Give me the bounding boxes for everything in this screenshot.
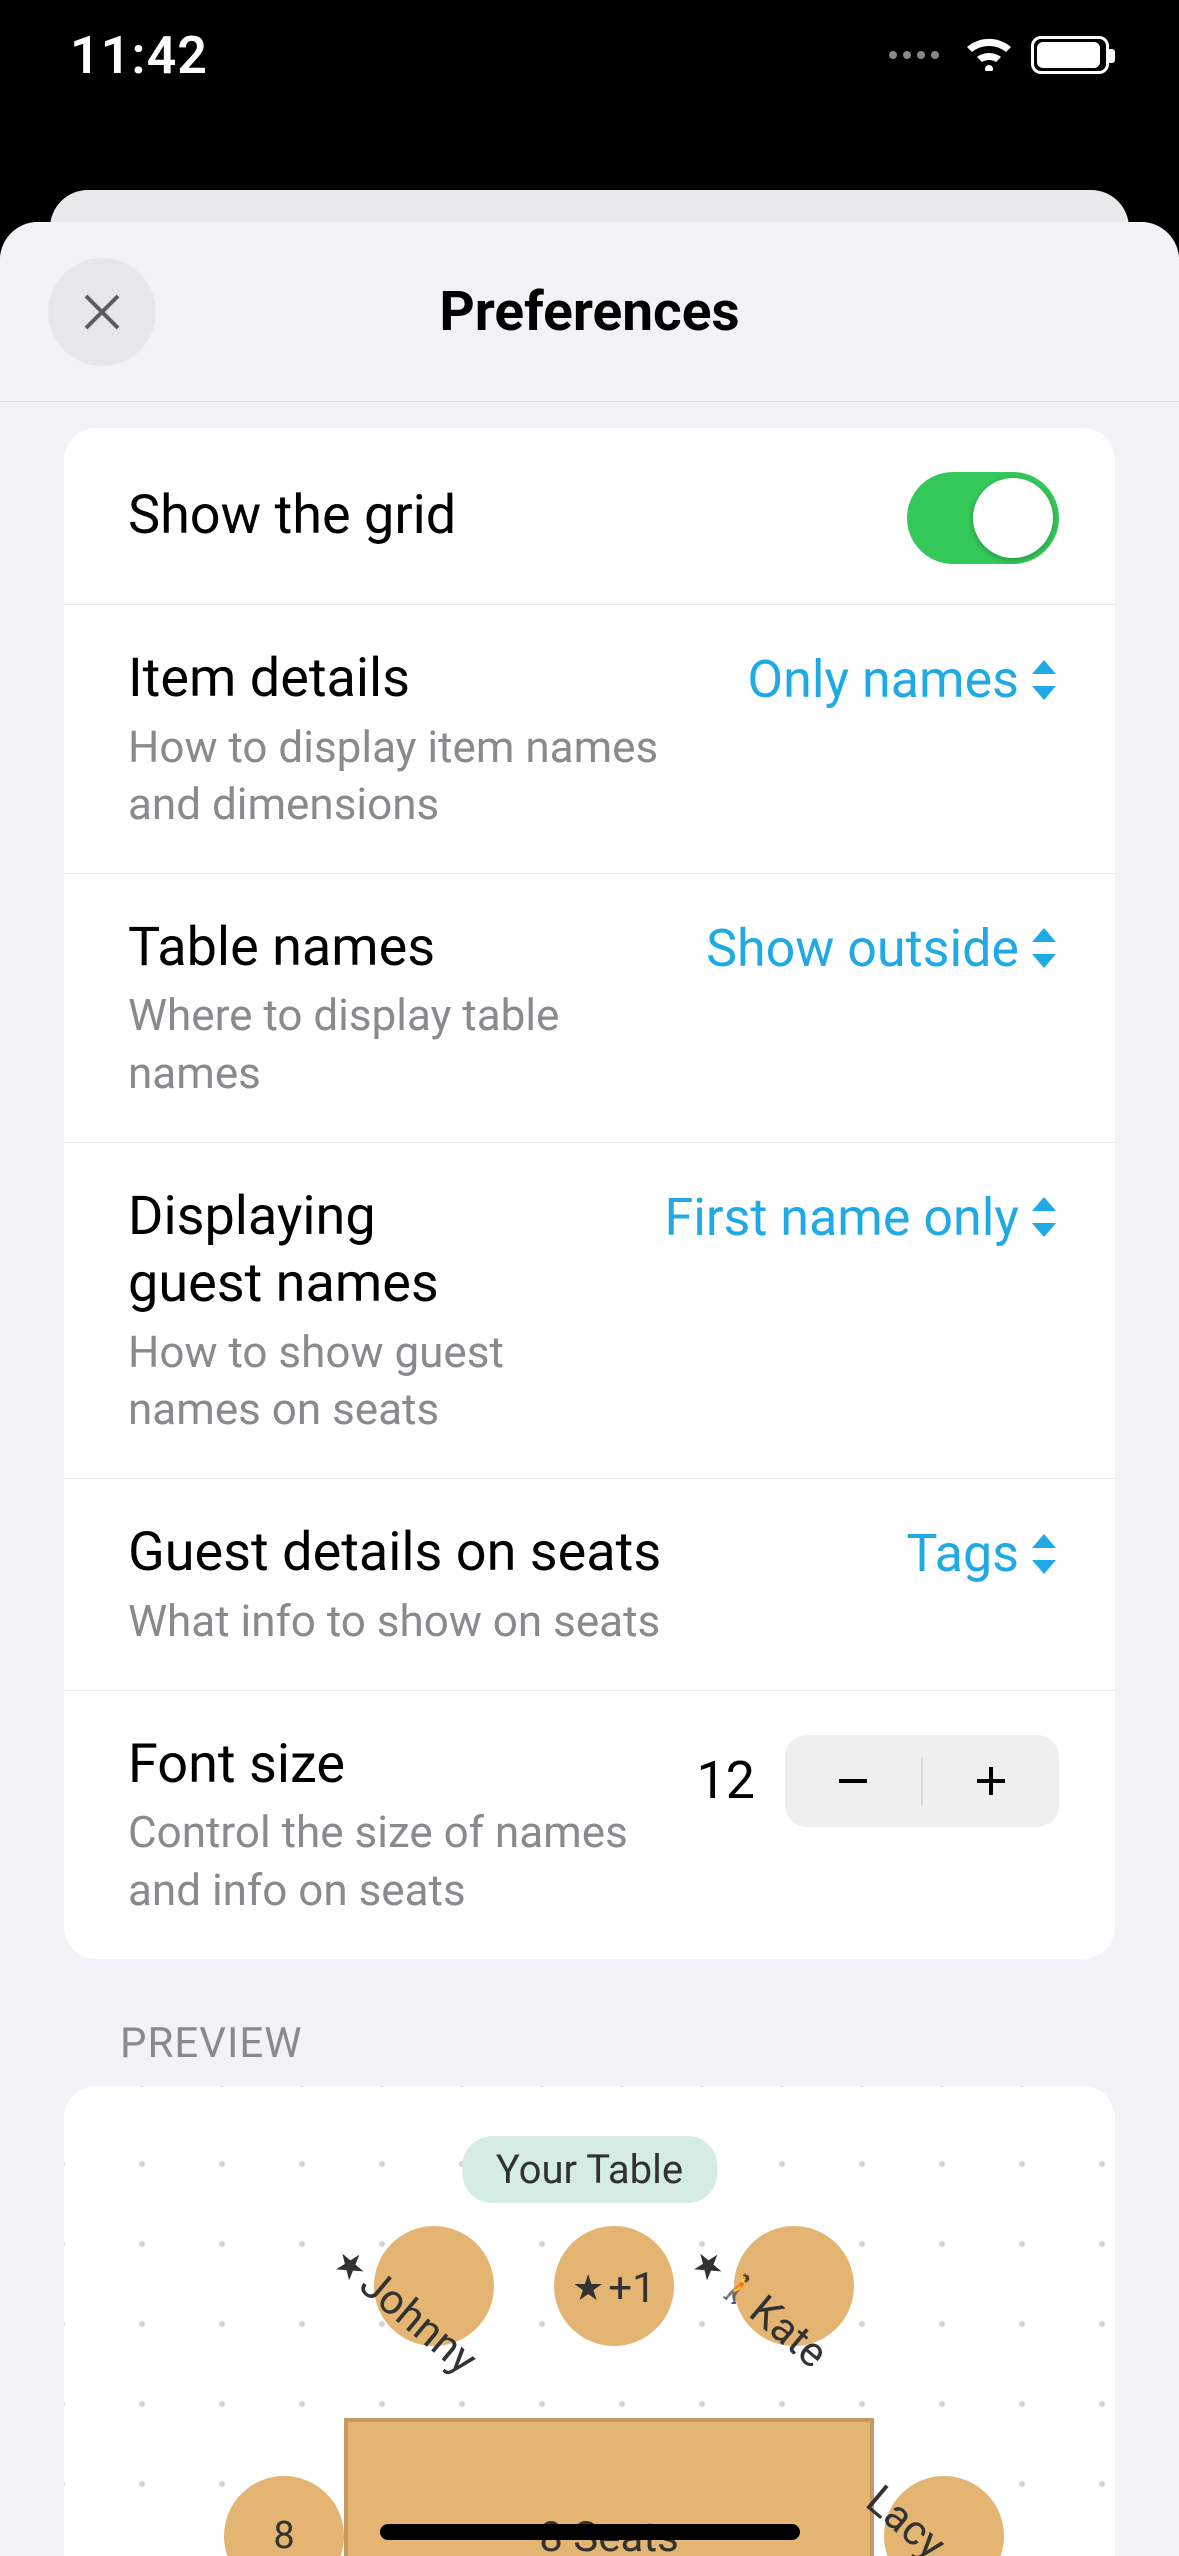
sheet-header: Preferences (0, 222, 1179, 402)
row-guest-names[interactable]: Displaying guest names How to show guest… (64, 1143, 1115, 1479)
picker-label: First name only (665, 1187, 1019, 1248)
chevron-updown-icon (1029, 1195, 1059, 1239)
chevron-updown-icon (1029, 926, 1059, 970)
table-names-picker[interactable]: Show outside (706, 918, 1059, 979)
plus-icon (969, 1759, 1013, 1803)
font-size-stepper (785, 1735, 1059, 1827)
picker-label: Only names (747, 649, 1019, 710)
grid-toggle[interactable] (907, 472, 1059, 564)
row-subtitle: Where to display table names (128, 987, 676, 1101)
preview-content: Your Table 8 Seats ★ Johnny ★ +1 ★ (64, 2086, 1115, 2556)
minus-icon (831, 1759, 875, 1803)
status-bar: 11:42 (0, 0, 1179, 110)
row-guest-details[interactable]: Guest details on seats What info to show… (64, 1479, 1115, 1691)
row-subtitle: How to display item names and dimensions (128, 719, 717, 833)
row-title: Displaying guest names (128, 1183, 448, 1318)
picker-label: Tags (907, 1523, 1019, 1584)
status-right (889, 35, 1109, 75)
row-subtitle: How to show guest names on seats (128, 1324, 635, 1438)
home-indicator[interactable] (380, 2524, 800, 2540)
row-show-grid: Show the grid (64, 428, 1115, 605)
seat-number: 8 (273, 2514, 294, 2556)
row-font-size: Font size Control the size of names and … (64, 1691, 1115, 1959)
row-title: Show the grid (128, 482, 877, 550)
row-title: Table names (128, 914, 676, 982)
toggle-knob (973, 478, 1053, 558)
seat-left: 8 (224, 2476, 344, 2556)
seat-label-plus1: ★ +1 (572, 2264, 656, 2313)
row-subtitle: What info to show on seats (128, 1593, 877, 1650)
close-icon (80, 290, 124, 334)
row-item-details[interactable]: Item details How to display item names a… (64, 605, 1115, 874)
row-subtitle: Control the size of names and info on se… (128, 1804, 667, 1918)
row-table-names[interactable]: Table names Where to display table names… (64, 874, 1115, 1143)
close-button[interactable] (48, 258, 156, 366)
item-details-picker[interactable]: Only names (747, 649, 1059, 710)
battery-icon (1031, 36, 1109, 74)
page-title: Preferences (0, 280, 1179, 344)
star-icon: ★ (572, 2267, 604, 2309)
guest-names-picker[interactable]: First name only (665, 1187, 1059, 1248)
settings-card: Show the grid Item details How to displa… (64, 428, 1115, 1959)
status-time: 11:42 (70, 25, 208, 86)
wifi-icon (965, 35, 1013, 75)
font-size-value: 12 (697, 1750, 755, 1811)
row-title: Font size (128, 1731, 667, 1799)
picker-label: Show outside (706, 918, 1019, 979)
chevron-updown-icon (1029, 1532, 1059, 1576)
table-name-label: Your Table (462, 2136, 717, 2203)
stepper-plus-button[interactable] (923, 1735, 1059, 1827)
guest-details-picker[interactable]: Tags (907, 1523, 1059, 1584)
preferences-sheet: Preferences Show the grid Item details H… (0, 222, 1179, 2556)
status-dots-icon (889, 51, 939, 59)
chevron-updown-icon (1029, 658, 1059, 702)
preview-section-label: PREVIEW (120, 2019, 1179, 2068)
preview-card: Your Table 8 Seats ★ Johnny ★ +1 ★ (64, 2086, 1115, 2556)
row-title: Guest details on seats (128, 1519, 877, 1587)
row-title: Item details (128, 645, 717, 713)
stepper-minus-button[interactable] (785, 1735, 921, 1827)
